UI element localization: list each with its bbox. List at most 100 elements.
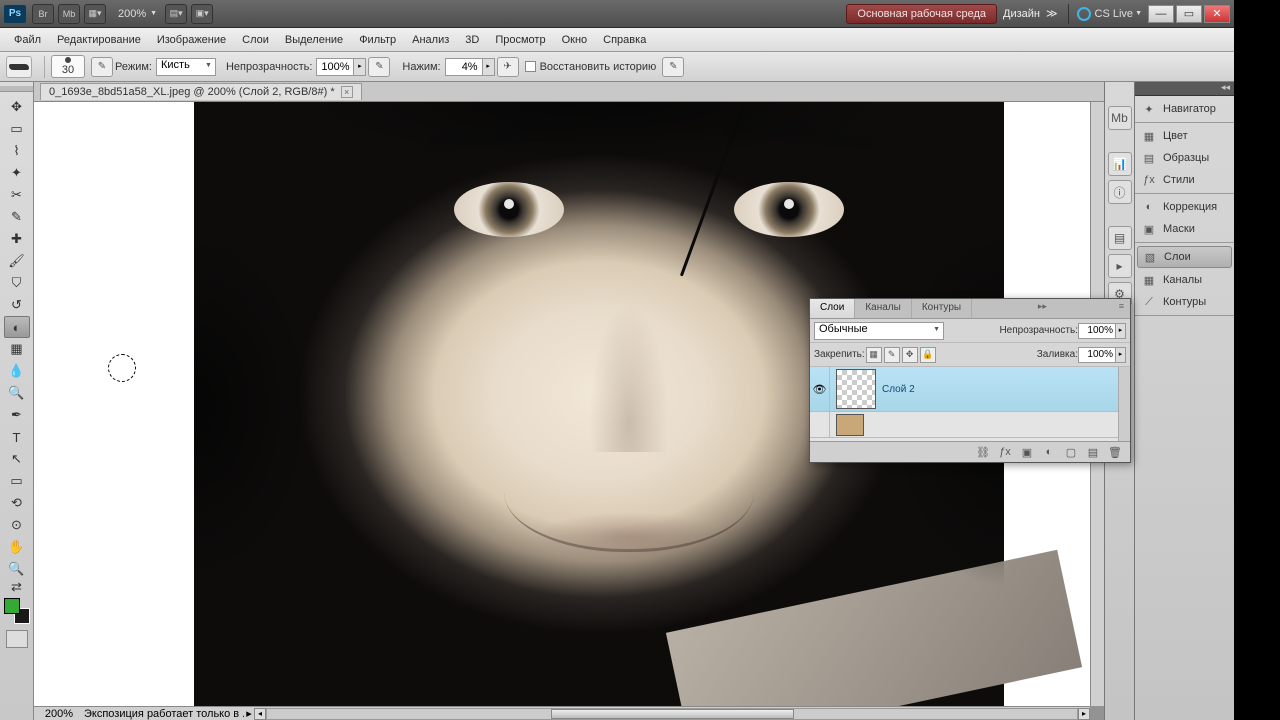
hand-tool[interactable]: ✋ xyxy=(4,536,30,558)
menu-3d[interactable]: 3D xyxy=(457,34,487,46)
paths-tab[interactable]: Контуры xyxy=(912,299,972,318)
zoom-display[interactable]: 200% ▼ xyxy=(116,8,159,20)
layer-fill-slider-button[interactable]: ▸ xyxy=(1116,347,1126,363)
shape-tool[interactable]: ▭ xyxy=(4,470,30,492)
layer-name[interactable]: Слой 2 xyxy=(882,384,915,395)
cslive-button[interactable]: CS Live ▼ xyxy=(1077,7,1142,21)
brush-panel-toggle[interactable]: ✎ xyxy=(91,57,113,77)
bridge-button[interactable]: Br xyxy=(32,4,54,24)
new-group-button[interactable]: ▢ xyxy=(1061,444,1081,460)
lasso-tool[interactable]: ⌇ xyxy=(4,140,30,162)
restore-history-checkbox[interactable] xyxy=(525,61,536,72)
arrange-docs-button[interactable]: ▤▾ xyxy=(165,4,187,24)
layers-scrollbar[interactable] xyxy=(1118,367,1130,441)
blend-mode-select[interactable]: Кисть xyxy=(156,58,216,76)
menu-view[interactable]: Просмотр xyxy=(487,34,553,46)
3d-rotate-tool[interactable]: ⟲ xyxy=(4,492,30,514)
layer-effects-button[interactable]: ƒx xyxy=(995,444,1015,460)
view-extras-button[interactable]: ▦▾ xyxy=(84,4,106,24)
opacity-slider-button[interactable]: ▸ xyxy=(354,58,366,76)
swap-colors-button[interactable]: ⇄ xyxy=(4,580,30,594)
airbrush-button[interactable]: ✈ xyxy=(497,57,519,77)
pen-tool[interactable]: ✒ xyxy=(4,404,30,426)
status-chevron[interactable]: ▸ xyxy=(244,707,254,720)
window-minimize-button[interactable]: — xyxy=(1148,5,1174,23)
layers-floating-panel[interactable]: Слои Каналы Контуры ▸▸ ≡ Обычные Непрозр… xyxy=(809,298,1131,463)
add-mask-button[interactable]: ▣ xyxy=(1017,444,1037,460)
toolbar-grip[interactable] xyxy=(0,86,33,92)
quick-mask-button[interactable] xyxy=(6,630,28,648)
3d-camera-tool[interactable]: ⊙ xyxy=(4,514,30,536)
close-tab-button[interactable]: × xyxy=(341,86,353,98)
layers-tab[interactable]: Слои xyxy=(810,299,855,318)
lock-transparency-button[interactable]: ▦ xyxy=(866,347,882,363)
hscroll-left-button[interactable]: ◂ xyxy=(254,708,266,720)
brush-preset-picker[interactable]: 30 xyxy=(51,55,85,78)
flow-input[interactable]: 4% xyxy=(445,58,483,76)
panel-menu-button[interactable]: ≡ xyxy=(1113,299,1130,318)
workspace-essentials-button[interactable]: Основная рабочая среда xyxy=(846,4,997,24)
menu-image[interactable]: Изображение xyxy=(149,34,234,46)
window-close-button[interactable]: ✕ xyxy=(1204,5,1230,23)
layer-visibility-toggle[interactable] xyxy=(810,412,830,438)
menu-select[interactable]: Выделение xyxy=(277,34,351,46)
menu-layer[interactable]: Слои xyxy=(234,34,277,46)
blur-tool[interactable]: 💧 xyxy=(4,360,30,382)
history-brush-tool[interactable]: ↺ xyxy=(4,294,30,316)
info-panel-icon[interactable]: ⓘ xyxy=(1108,180,1132,204)
styles-panel-tab[interactable]: ƒxСтили xyxy=(1135,169,1234,191)
channels-tab[interactable]: Каналы xyxy=(855,299,912,318)
workspace-design-button[interactable]: Дизайн xyxy=(1003,8,1040,20)
new-layer-button[interactable]: ▤ xyxy=(1083,444,1103,460)
layer-blend-mode-select[interactable]: Обычные xyxy=(814,322,944,340)
layer-opacity-input[interactable]: 100% xyxy=(1078,323,1116,339)
menu-window[interactable]: Окно xyxy=(554,34,596,46)
crop-tool[interactable]: ✂ xyxy=(4,184,30,206)
move-tool[interactable]: ✥ xyxy=(4,96,30,118)
status-zoom[interactable]: 200% xyxy=(34,708,84,720)
lock-position-button[interactable]: ✥ xyxy=(902,347,918,363)
swatches-panel-tab[interactable]: ▤Образцы xyxy=(1135,147,1234,169)
masks-panel-tab[interactable]: ▣Маски xyxy=(1135,218,1234,240)
tablet-opacity-button[interactable]: ✎ xyxy=(368,57,390,77)
layer-row[interactable] xyxy=(810,412,1130,438)
eyedropper-tool[interactable]: ✎ xyxy=(4,206,30,228)
history-panel-icon[interactable]: ▤ xyxy=(1108,226,1132,250)
link-layers-button[interactable]: ⛓ xyxy=(973,444,993,460)
actions-panel-icon[interactable]: ▸ xyxy=(1108,254,1132,278)
opacity-input[interactable]: 100% xyxy=(316,58,354,76)
layer-thumbnail[interactable] xyxy=(836,369,876,409)
tablet-size-button[interactable]: ✎ xyxy=(662,57,684,77)
menu-analysis[interactable]: Анализ xyxy=(404,34,457,46)
quick-select-tool[interactable]: ✦ xyxy=(4,162,30,184)
healing-brush-tool[interactable]: ✚ xyxy=(4,228,30,250)
minibridge-panel-icon[interactable]: Mb xyxy=(1108,106,1132,130)
marquee-tool[interactable]: ▭ xyxy=(4,118,30,140)
flow-slider-button[interactable]: ▸ xyxy=(483,58,495,76)
delete-layer-button[interactable]: 🗑 xyxy=(1105,444,1125,460)
gradient-tool[interactable]: ▦ xyxy=(4,338,30,360)
hscroll-right-button[interactable]: ▸ xyxy=(1078,708,1090,720)
type-tool[interactable]: T xyxy=(4,426,30,448)
color-swatches[interactable] xyxy=(4,598,30,624)
layer-thumbnail[interactable] xyxy=(836,414,864,436)
menu-filter[interactable]: Фильтр xyxy=(351,34,404,46)
dodge-tool[interactable]: 🔍 xyxy=(4,382,30,404)
menu-edit[interactable]: Редактирование xyxy=(49,34,149,46)
layer-visibility-toggle[interactable]: 👁 xyxy=(810,367,830,411)
layer-fill-input[interactable]: 100% xyxy=(1078,347,1116,363)
zoom-tool[interactable]: 🔍 xyxy=(4,558,30,580)
lock-pixels-button[interactable]: ✎ xyxy=(884,347,900,363)
brush-tool[interactable]: 🖌 xyxy=(4,250,30,272)
layer-row-selected[interactable]: 👁 Слой 2 xyxy=(810,367,1130,412)
histogram-panel-icon[interactable]: 📊 xyxy=(1108,152,1132,176)
channels-panel-tab[interactable]: ▦Каналы xyxy=(1135,269,1234,291)
screen-mode-button[interactable]: ▣▾ xyxy=(191,4,213,24)
collapse-dock-button[interactable]: ◂◂ xyxy=(1135,82,1234,96)
panel-collapse-button[interactable]: ▸▸ xyxy=(1032,299,1053,318)
window-restore-button[interactable]: ▭ xyxy=(1176,5,1202,23)
navigator-panel-tab[interactable]: ✦Навигатор xyxy=(1135,98,1234,120)
adjustment-layer-button[interactable]: ◐ xyxy=(1039,444,1059,460)
status-info[interactable]: Экспозиция работает только в ... xyxy=(84,708,244,720)
eraser-tool[interactable]: ◐ xyxy=(4,316,30,338)
